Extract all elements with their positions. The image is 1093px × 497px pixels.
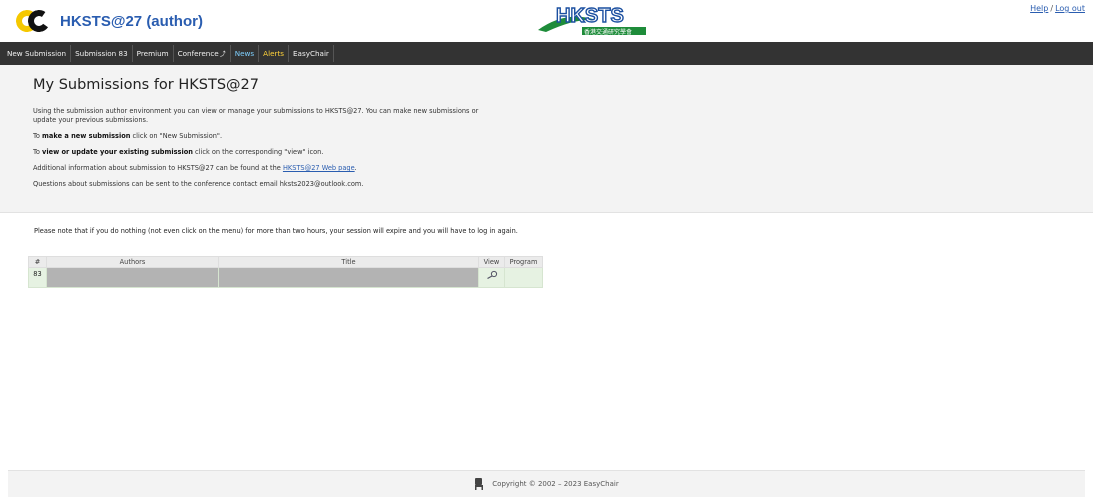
chair-icon xyxy=(475,478,484,490)
submission-authors-redacted xyxy=(46,267,219,288)
new-submission-instructions: To make a new submission click on "New S… xyxy=(33,132,503,141)
menu-news[interactable]: News xyxy=(231,42,258,65)
top-bar: HKSTS@27 (author) HKSTS 香港交通研究學會 Help / Lo… xyxy=(0,0,1093,42)
logout-link[interactable]: Log out xyxy=(1055,4,1085,13)
menu-conference[interactable]: Conference ⤴ xyxy=(174,42,230,65)
col-view: View xyxy=(478,256,505,268)
submission-program xyxy=(504,267,543,288)
instr-bold: view or update your existing submission xyxy=(42,148,193,156)
submenu-arrow-icon: ⤴ xyxy=(219,51,226,58)
submissions-table: # Authors Title View Program 83 xyxy=(28,256,543,288)
page-title: My Submissions for HKSTS@27 xyxy=(33,77,259,93)
col-number: # xyxy=(28,256,47,268)
instr-suffix: click on the corresponding "view" icon. xyxy=(192,148,324,156)
hksts-logo-icon: HKSTS 香港交通研究學會 xyxy=(538,4,646,36)
top-links: Help / Log out xyxy=(1030,4,1085,13)
menu-submission-83[interactable]: Submission 83 xyxy=(71,42,132,65)
menu-alerts[interactable]: Alerts xyxy=(259,42,288,65)
additional-prefix: Additional information about submission … xyxy=(33,164,283,172)
app-header: HKSTS@27 (author) xyxy=(14,8,203,34)
intro-text: Using the submission author environment … xyxy=(33,107,479,124)
instr-suffix: click on "New Submission". xyxy=(130,132,223,140)
footer: Copyright © 2002 – 2023 EasyChair xyxy=(8,470,1085,497)
view-cell xyxy=(478,267,505,288)
session-note: Please note that if you do nothing (not … xyxy=(34,227,518,235)
col-title: Title xyxy=(218,256,479,268)
copyright-text: Copyright © 2002 – 2023 EasyChair xyxy=(492,480,619,488)
contact-info: Questions about submissions can be sent … xyxy=(33,180,364,188)
submission-title-redacted xyxy=(218,267,479,288)
menu-new-submission[interactable]: New Submission xyxy=(3,42,70,65)
table-row: 83 xyxy=(28,267,543,288)
instr-prefix: To xyxy=(33,148,43,156)
additional-info: Additional information about submission … xyxy=(33,164,503,173)
table-header-row: # Authors Title View Program xyxy=(28,256,543,268)
info-panel: My Submissions for HKSTS@27 Using the su… xyxy=(0,65,1093,213)
conference-web-page-link[interactable]: HKSTS@27 Web page xyxy=(283,164,355,172)
update-submission-instructions: To view or update your existing submissi… xyxy=(33,148,503,157)
main-menu: New Submission Submission 83 Premium Con… xyxy=(0,42,1093,65)
additional-suffix: . xyxy=(354,164,357,172)
help-link[interactable]: Help xyxy=(1030,4,1048,13)
instr-prefix: To xyxy=(33,132,43,140)
menu-easychair[interactable]: EasyChair xyxy=(289,42,333,65)
menu-conference-label: Conference xyxy=(177,49,219,58)
col-program: Program xyxy=(504,256,543,268)
easychair-logo-icon[interactable] xyxy=(14,8,54,34)
instr-bold: make a new submission xyxy=(42,132,131,140)
menu-premium[interactable]: Premium xyxy=(133,42,173,65)
col-authors: Authors xyxy=(46,256,219,268)
svg-text:香港交通研究學會: 香港交通研究學會 xyxy=(584,28,632,36)
menu-divider xyxy=(332,45,334,62)
submission-number: 83 xyxy=(28,267,47,288)
magnifier-icon[interactable] xyxy=(486,270,498,280)
app-title: HKSTS@27 (author) xyxy=(60,12,203,30)
link-separator: / xyxy=(1050,4,1054,13)
svg-text:HKSTS: HKSTS xyxy=(556,5,624,27)
